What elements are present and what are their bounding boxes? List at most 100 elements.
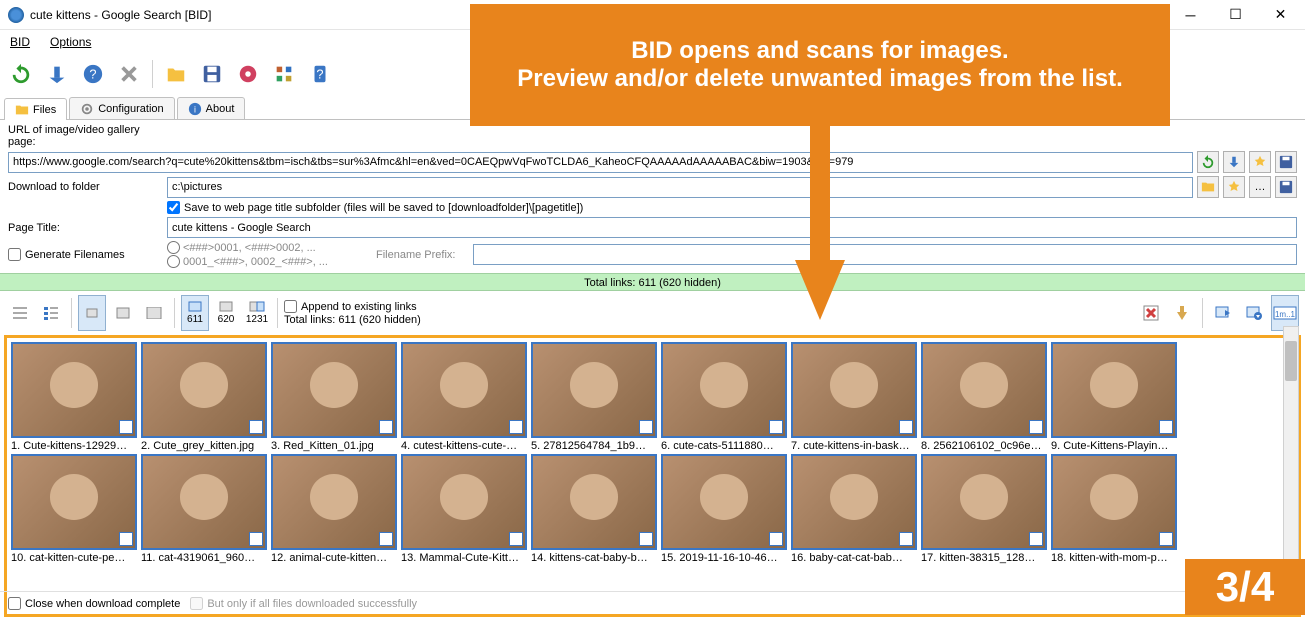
- thumbnail-item[interactable]: 12. animal-cute-kitten…: [271, 454, 399, 564]
- help-button[interactable]: ?: [76, 57, 110, 91]
- thumbnail-grid: 1. Cute-kittens-12929…2. Cute_grey_kitte…: [4, 335, 1301, 617]
- thumbnail-item[interactable]: 10. cat-kitten-cute-pe…: [11, 454, 139, 564]
- thumbnail-filename: 14. kittens-cat-baby-b…: [531, 550, 657, 564]
- thumbnail-image[interactable]: [271, 342, 397, 438]
- browse-folder-button[interactable]: [1197, 176, 1219, 198]
- menu-options[interactable]: Options: [44, 33, 97, 51]
- tab-label: Configuration: [98, 103, 163, 115]
- app-icon: [8, 7, 24, 23]
- thumbnail-item[interactable]: 7. cute-kittens-in-bask…: [791, 342, 919, 452]
- clean-button[interactable]: [1168, 295, 1196, 331]
- page-title-input[interactable]: [167, 217, 1297, 238]
- thumbnail-item[interactable]: 16. baby-cat-cat-bab…: [791, 454, 919, 564]
- delete-button[interactable]: [112, 57, 146, 91]
- append-links-label: Append to existing links: [301, 301, 417, 313]
- thumbnail-image[interactable]: [271, 454, 397, 550]
- thumbnail-filename: 9. Cute-Kittens-Playin…: [1051, 438, 1177, 452]
- thumbnail-item[interactable]: 17. kitten-38315_128…: [921, 454, 1049, 564]
- status-strip: Total links: 611 (620 hidden): [0, 273, 1305, 291]
- thumbnail-image[interactable]: [11, 454, 137, 550]
- info-button[interactable]: ?: [303, 57, 337, 91]
- thumbnail-item[interactable]: 15. 2019-11-16-10-46…: [661, 454, 789, 564]
- refresh-button[interactable]: [4, 57, 38, 91]
- thumbnail-badge-icon: [249, 420, 263, 434]
- filename-prefix-input[interactable]: [473, 244, 1297, 265]
- thumbnail-item[interactable]: 13. Mammal-Cute-Kitt…: [401, 454, 529, 564]
- folder-save-button[interactable]: [1275, 176, 1297, 198]
- thumbnail-image[interactable]: [1051, 342, 1177, 438]
- save-button[interactable]: [195, 57, 229, 91]
- folder-more-button[interactable]: …: [1249, 176, 1271, 198]
- folder-fav-button[interactable]: [1223, 176, 1245, 198]
- remove-selected-button[interactable]: [1137, 295, 1165, 331]
- thumbnail-badge-icon: [899, 532, 913, 546]
- thumbnail-image[interactable]: [661, 342, 787, 438]
- settings-button[interactable]: [231, 57, 265, 91]
- thumbnail-image[interactable]: [11, 342, 137, 438]
- download-button[interactable]: [40, 57, 74, 91]
- thumbnail-item[interactable]: 8. 2562106102_0c96e…: [921, 342, 1049, 452]
- view-details-button[interactable]: [37, 295, 65, 331]
- thumbnail-image[interactable]: [661, 454, 787, 550]
- thumbnail-image[interactable]: [401, 342, 527, 438]
- thumbnail-item[interactable]: 3. Red_Kitten_01.jpg: [271, 342, 399, 452]
- tab-configuration[interactable]: Configuration: [69, 97, 174, 119]
- but-only-label: But only if all files downloaded success…: [207, 598, 417, 610]
- close-button[interactable]: ✕: [1258, 0, 1303, 30]
- view-thumb-med-button[interactable]: [109, 295, 137, 331]
- view-thumb-large-button[interactable]: [140, 295, 168, 331]
- thumbnail-badge-icon: [119, 532, 133, 546]
- url-down-button[interactable]: [1223, 151, 1245, 173]
- minimize-button[interactable]: ─: [1168, 0, 1213, 30]
- thumbnail-item[interactable]: 11. cat-4319061_960…: [141, 454, 269, 564]
- tab-about[interactable]: i About: [177, 97, 246, 119]
- thumbnail-item[interactable]: 2. Cute_grey_kitten.jpg: [141, 342, 269, 452]
- thumbnail-image[interactable]: [791, 342, 917, 438]
- download-folder-input[interactable]: [167, 177, 1193, 198]
- thumbnail-filename: 7. cute-kittens-in-bask…: [791, 438, 917, 452]
- thumbnail-filename: 18. kitten-with-mom-p…: [1051, 550, 1177, 564]
- tab-files[interactable]: Files: [4, 98, 67, 120]
- thumbnail-item[interactable]: 14. kittens-cat-baby-b…: [531, 454, 659, 564]
- download-all-button[interactable]: [1240, 295, 1268, 331]
- thumbnail-item[interactable]: 9. Cute-Kittens-Playin…: [1051, 342, 1179, 452]
- thumbnail-item[interactable]: 1. Cute-kittens-12929…: [11, 342, 139, 452]
- thumbnail-image[interactable]: [921, 342, 1047, 438]
- thumbnail-item[interactable]: 5. 27812564784_1b9…: [531, 342, 659, 452]
- append-links-checkbox[interactable]: [284, 300, 297, 313]
- maximize-button[interactable]: ☐: [1213, 0, 1258, 30]
- thumbnail-item[interactable]: 4. cutest-kittens-cute-…: [401, 342, 529, 452]
- url-save-button[interactable]: [1275, 151, 1297, 173]
- filter-1231-button[interactable]: 1231: [243, 295, 271, 331]
- menu-bid[interactable]: BID: [4, 33, 36, 51]
- grid-button[interactable]: [267, 57, 301, 91]
- tutorial-arrow-icon: [780, 120, 860, 320]
- thumbnail-image[interactable]: [531, 454, 657, 550]
- thumbnail-badge-icon: [509, 532, 523, 546]
- view-thumb-small-button[interactable]: [78, 295, 106, 331]
- thumbnail-image[interactable]: [1051, 454, 1177, 550]
- url-input[interactable]: [8, 152, 1193, 173]
- thumbnail-image[interactable]: [401, 454, 527, 550]
- url-fav-button[interactable]: [1249, 151, 1271, 173]
- url-refresh-button[interactable]: [1197, 151, 1219, 173]
- pattern2-radio[interactable]: [167, 255, 180, 268]
- thumbnail-image[interactable]: [921, 454, 1047, 550]
- filter-620-button[interactable]: 620: [212, 295, 240, 331]
- thumbnail-image[interactable]: [791, 454, 917, 550]
- thumbnail-item[interactable]: 6. cute-cats-5111880…: [661, 342, 789, 452]
- filter-611-button[interactable]: 611: [181, 295, 209, 331]
- thumbnail-image[interactable]: [531, 342, 657, 438]
- open-folder-button[interactable]: [159, 57, 193, 91]
- thumbnail-image[interactable]: [141, 454, 267, 550]
- close-on-complete-checkbox[interactable]: [8, 597, 21, 610]
- thumbnail-image[interactable]: [141, 342, 267, 438]
- skip-button[interactable]: [1209, 295, 1237, 331]
- gear-icon: [80, 102, 94, 116]
- view-list-button[interactable]: [6, 295, 34, 331]
- generate-filenames-checkbox[interactable]: [8, 248, 21, 261]
- thumbnail-badge-icon: [379, 420, 393, 434]
- thumbnail-item[interactable]: 18. kitten-with-mom-p…: [1051, 454, 1179, 564]
- pattern1-radio[interactable]: [167, 241, 180, 254]
- save-subfolder-checkbox[interactable]: [167, 201, 180, 214]
